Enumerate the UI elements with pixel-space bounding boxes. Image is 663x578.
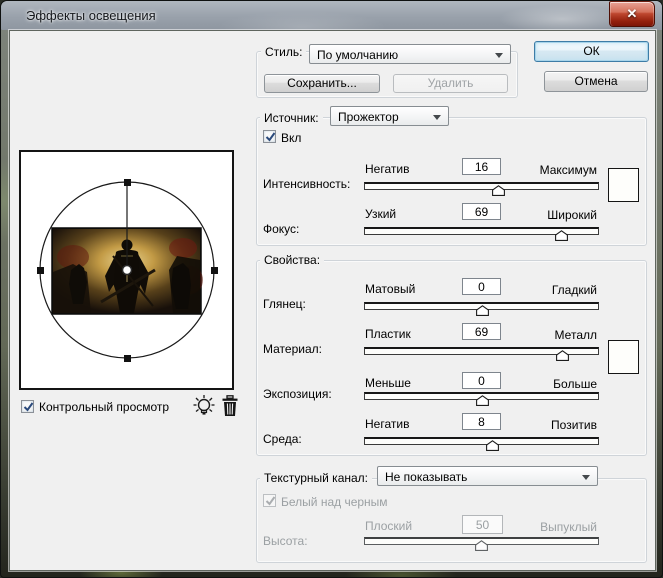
focus-label: Фокус: <box>263 222 299 236</box>
exposure-label: Экспозиция: <box>263 387 332 401</box>
style-selected-value: По умолчанию <box>317 48 398 62</box>
preview-checkbox[interactable] <box>21 400 34 413</box>
ambience-slider-thumb[interactable] <box>486 440 499 451</box>
widget-center-handle[interactable] <box>123 266 132 275</box>
widget-handle-top[interactable] <box>124 179 131 186</box>
source-select[interactable]: Прожектор <box>330 106 449 126</box>
delete-style-button: Удалить <box>393 74 508 93</box>
material-max-label: Металл <box>555 328 597 342</box>
light-bulb-icon[interactable] <box>191 394 217 423</box>
gloss-min-label: Матовый <box>365 282 415 296</box>
light-color-swatch[interactable] <box>608 168 639 202</box>
ambience-min-label: Негатив <box>365 417 409 431</box>
trash-icon[interactable] <box>221 395 239 422</box>
widget-handle-bottom[interactable] <box>124 355 131 362</box>
style-select[interactable]: По умолчанию <box>309 44 511 64</box>
exposure-slider[interactable] <box>364 392 599 400</box>
texture-group-label: Текстурный канал: <box>260 471 372 485</box>
height-value-input <box>462 515 503 534</box>
material-value-input[interactable] <box>462 323 501 340</box>
height-slider-thumb <box>475 540 488 551</box>
height-slider <box>364 537 599 545</box>
intensity-value-input[interactable] <box>462 158 501 175</box>
close-button[interactable]: ✕ <box>609 1 655 27</box>
height-min-label: Плоский <box>365 519 412 533</box>
intensity-max-label: Максимум <box>540 163 597 177</box>
white-is-high-checkbox <box>263 494 276 507</box>
source-group-label: Источник: <box>260 111 323 125</box>
exposure-slider-thumb[interactable] <box>476 395 489 406</box>
preview-checkbox-label: Контрольный просмотр <box>39 400 169 414</box>
intensity-min-label: Негатив <box>365 162 409 176</box>
material-slider-thumb[interactable] <box>556 350 569 361</box>
style-group-label: Стиль: <box>261 45 306 59</box>
chevron-down-icon <box>433 115 441 120</box>
widget-handle-right[interactable] <box>211 267 218 274</box>
material-label: Материал: <box>263 342 322 356</box>
chevron-down-icon <box>495 53 503 58</box>
height-max-label: Выпуклый <box>540 520 597 534</box>
focus-value-input[interactable] <box>462 203 501 220</box>
widget-handle-left[interactable] <box>37 267 44 274</box>
texture-channel-select[interactable]: Не показывать <box>377 466 598 486</box>
preview-artwork <box>21 152 232 388</box>
focus-max-label: Широкий <box>547 208 597 222</box>
cancel-button[interactable]: Отмена <box>544 71 648 92</box>
texture-selected-value: Не показывать <box>385 470 467 484</box>
exposure-value-input[interactable] <box>462 372 501 389</box>
ambience-value-input[interactable] <box>462 413 501 430</box>
gloss-label: Глянец: <box>263 297 306 311</box>
gloss-slider-thumb[interactable] <box>476 305 489 316</box>
ok-button[interactable]: ОК <box>534 41 649 62</box>
ambience-slider[interactable] <box>364 437 599 445</box>
lighting-effects-dialog: Эффекты освещения ✕ <box>0 0 663 578</box>
dialog-title: Эффекты освещения <box>26 8 156 23</box>
intensity-label: Интенсивность: <box>263 177 350 191</box>
checkmark-icon <box>264 494 277 508</box>
material-min-label: Пластик <box>365 327 411 341</box>
intensity-slider-thumb[interactable] <box>492 185 505 196</box>
ambience-max-label: Позитив <box>551 418 597 432</box>
gloss-slider[interactable] <box>364 302 599 310</box>
focus-slider[interactable] <box>364 227 599 235</box>
titlebar[interactable]: Эффекты освещения <box>2 1 663 30</box>
chevron-down-icon <box>582 475 590 480</box>
save-style-button[interactable]: Сохранить... <box>264 74 380 93</box>
properties-group-label: Свойства: <box>260 253 324 267</box>
ambience-label: Среда: <box>263 432 302 446</box>
checkmark-icon <box>264 130 277 144</box>
intensity-slider[interactable] <box>364 182 599 190</box>
exposure-max-label: Больше <box>553 377 597 391</box>
preview-canvas[interactable] <box>19 150 234 390</box>
gloss-max-label: Гладкий <box>552 283 597 297</box>
focus-slider-thumb[interactable] <box>555 230 568 241</box>
checkmark-icon <box>22 400 35 414</box>
light-on-checkbox[interactable] <box>263 130 276 143</box>
height-label: Высота: <box>263 534 308 548</box>
material-slider[interactable] <box>364 347 599 355</box>
light-on-label: Вкл <box>281 131 301 145</box>
exposure-min-label: Меньше <box>365 376 411 390</box>
focus-min-label: Узкий <box>365 207 396 221</box>
material-color-swatch[interactable] <box>608 340 639 374</box>
white-is-high-label: Белый над черным <box>281 495 388 509</box>
gloss-value-input[interactable] <box>462 278 501 295</box>
source-selected-value: Прожектор <box>338 110 399 124</box>
